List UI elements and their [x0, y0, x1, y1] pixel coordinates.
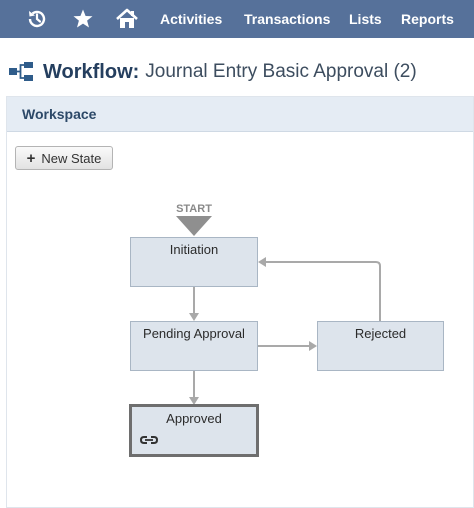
- arrowhead-icon: [258, 257, 266, 267]
- state-rejected[interactable]: Rejected: [317, 321, 444, 371]
- state-label: Approved: [166, 411, 222, 426]
- transition-rejected-initiation[interactable]: [265, 261, 381, 321]
- state-approved[interactable]: Approved: [129, 404, 259, 457]
- start-label: START: [176, 203, 212, 215]
- state-pending-approval[interactable]: Pending Approval: [130, 321, 258, 371]
- final-state-icon: [139, 432, 159, 450]
- arrowhead-icon: [309, 341, 317, 351]
- state-label: Rejected: [354, 326, 407, 341]
- state-initiation[interactable]: Initiation: [130, 237, 258, 287]
- state-label: Initiation: [169, 242, 219, 257]
- start-arrow-icon: [176, 216, 212, 236]
- arrowhead-icon: [189, 313, 199, 321]
- state-label: Pending Approval: [143, 326, 245, 341]
